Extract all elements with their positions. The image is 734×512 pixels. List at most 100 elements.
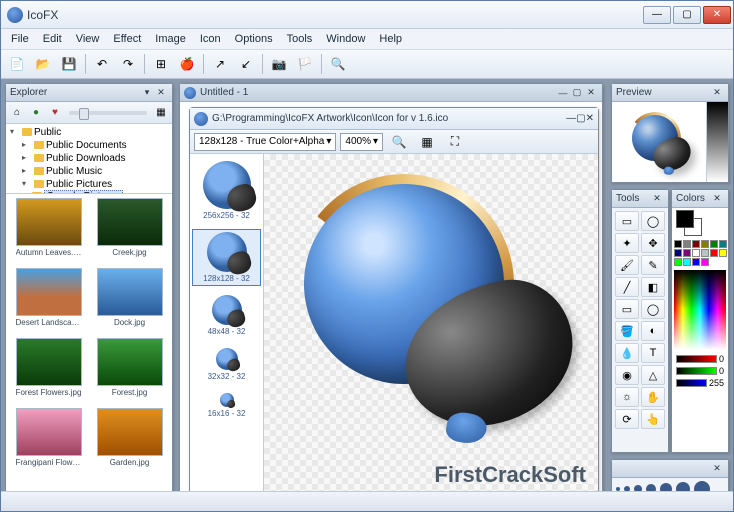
- r-slider[interactable]: [676, 355, 717, 363]
- brush-preset[interactable]: [634, 485, 642, 491]
- brush-preset[interactable]: [616, 487, 620, 491]
- rect-select-tool[interactable]: ▭: [615, 211, 639, 231]
- thumbnail[interactable]: Forest.jpg: [91, 338, 168, 404]
- menu-tools[interactable]: Tools: [281, 31, 319, 47]
- ellipse-tool[interactable]: ◯: [641, 299, 665, 319]
- menu-window[interactable]: Window: [320, 31, 371, 47]
- thumb-size-slider[interactable]: [69, 111, 147, 115]
- export-button[interactable]: ↗: [208, 52, 232, 76]
- save-button[interactable]: 💾: [57, 52, 81, 76]
- flag-button[interactable]: 🏳️: [293, 52, 317, 76]
- thumbnail[interactable]: Forest Flowers.jpg: [10, 338, 87, 404]
- editor-titlebar[interactable]: G:\Programming\IcoFX Artwork\Icon\Icon f…: [190, 108, 598, 130]
- swatch[interactable]: [710, 249, 718, 257]
- menu-edit[interactable]: Edit: [37, 31, 68, 47]
- g-slider[interactable]: [676, 367, 717, 375]
- text-tool[interactable]: T: [641, 343, 665, 363]
- brush-tool[interactable]: 🖌: [615, 255, 639, 275]
- thumbnail[interactable]: Garden.jpg: [91, 408, 168, 474]
- editor-maximize[interactable]: ▢: [576, 113, 585, 124]
- import-button[interactable]: ↙: [234, 52, 258, 76]
- zoom-dropdown[interactable]: 400%▾: [340, 133, 383, 151]
- preview-close[interactable]: ✕: [710, 86, 724, 100]
- eraser-tool[interactable]: ◧: [641, 277, 665, 297]
- tree-item[interactable]: Public Downloads: [20, 152, 170, 165]
- smudge-tool[interactable]: 👆: [641, 409, 665, 429]
- canvas[interactable]: FirstCrackSoft: [264, 154, 598, 491]
- untitled-title[interactable]: Untitled - 1 — ▢ ✕: [180, 84, 602, 102]
- apple-icon[interactable]: 🍎: [175, 52, 199, 76]
- foreground-color[interactable]: [676, 210, 694, 228]
- move-tool[interactable]: ✥: [641, 233, 665, 253]
- capture-button[interactable]: 📷: [267, 52, 291, 76]
- doc-minimize[interactable]: —: [556, 86, 570, 100]
- zoom-button[interactable]: 🔍: [326, 52, 350, 76]
- fg-bg-colors[interactable]: [672, 208, 728, 238]
- menu-image[interactable]: Image: [149, 31, 192, 47]
- swatch[interactable]: [674, 249, 682, 257]
- maximize-button[interactable]: ▢: [673, 6, 701, 24]
- color-spectrum[interactable]: [674, 270, 726, 350]
- view-button[interactable]: ▦: [152, 104, 170, 122]
- thumbnail[interactable]: Desert Landscap…: [10, 268, 87, 334]
- swatch[interactable]: [683, 258, 691, 266]
- brush-preset[interactable]: [646, 484, 656, 491]
- globe-icon[interactable]: ●: [27, 104, 45, 122]
- brush-preset[interactable]: [694, 481, 710, 491]
- swatch[interactable]: [683, 240, 691, 248]
- open-button[interactable]: 📂: [31, 52, 55, 76]
- undo-button[interactable]: ↶: [90, 52, 114, 76]
- menu-effect[interactable]: Effect: [107, 31, 147, 47]
- size-item[interactable]: 128x128 - 32: [192, 229, 261, 286]
- clone-tool[interactable]: ⟳: [615, 409, 639, 429]
- fit-icon[interactable]: ⛶: [443, 130, 467, 154]
- size-item[interactable]: 48x48 - 32: [192, 292, 261, 339]
- zoom-icon[interactable]: 🔍: [387, 130, 411, 154]
- swatch[interactable]: [719, 240, 727, 248]
- menu-file[interactable]: File: [5, 31, 35, 47]
- new-button[interactable]: 📄: [5, 52, 29, 76]
- menu-view[interactable]: View: [70, 31, 106, 47]
- swatch[interactable]: [692, 240, 700, 248]
- swatch[interactable]: [701, 240, 709, 248]
- dodge-tool[interactable]: ☼: [615, 387, 639, 407]
- menu-options[interactable]: Options: [229, 31, 279, 47]
- size-item[interactable]: 256x256 - 32: [192, 158, 261, 223]
- explorer-close-button[interactable]: ✕: [154, 86, 168, 100]
- close-button[interactable]: ✕: [703, 6, 731, 24]
- lasso-tool[interactable]: ◯: [641, 211, 665, 231]
- thumbnail[interactable]: Frangipani Flowe…: [10, 408, 87, 474]
- menu-icon[interactable]: Icon: [194, 31, 227, 47]
- swatch[interactable]: [674, 258, 682, 266]
- swatch[interactable]: [692, 258, 700, 266]
- doc-maximize[interactable]: ▢: [570, 86, 584, 100]
- sharpen-tool[interactable]: △: [641, 365, 665, 385]
- swatch[interactable]: [701, 249, 709, 257]
- burn-tool[interactable]: ✋: [641, 387, 665, 407]
- minimize-button[interactable]: —: [643, 6, 671, 24]
- blur-tool[interactable]: ◉: [615, 365, 639, 385]
- swatch[interactable]: [683, 249, 691, 257]
- rect-tool[interactable]: ▭: [615, 299, 639, 319]
- swatch[interactable]: [710, 240, 718, 248]
- favorite-icon[interactable]: ♥: [46, 104, 64, 122]
- tools-close[interactable]: ✕: [650, 192, 664, 206]
- preview-gradient[interactable]: [706, 102, 728, 182]
- tree-item[interactable]: Public Documents: [20, 139, 170, 152]
- size-item[interactable]: 32x32 - 32: [192, 345, 261, 384]
- format-dropdown[interactable]: 128x128 - True Color+Alpha▾: [194, 133, 336, 151]
- brush-close[interactable]: ✕: [710, 462, 724, 476]
- editor-close[interactable]: ✕: [586, 113, 594, 124]
- brush-preset[interactable]: [676, 482, 690, 491]
- wand-tool[interactable]: ✦: [615, 233, 639, 253]
- brush-preset[interactable]: [624, 486, 630, 491]
- swatch[interactable]: [701, 258, 709, 266]
- thumbnail[interactable]: Dock.jpg: [91, 268, 168, 334]
- swatch[interactable]: [674, 240, 682, 248]
- explorer-menu-button[interactable]: ▾: [140, 86, 154, 100]
- folder-tree[interactable]: Public Public Documents Public Downloads…: [6, 124, 172, 194]
- redo-button[interactable]: ↷: [116, 52, 140, 76]
- colors-close[interactable]: ✕: [710, 192, 724, 206]
- eyedropper-tool[interactable]: 💧: [615, 343, 639, 363]
- size-item[interactable]: 16x16 - 32: [192, 390, 261, 421]
